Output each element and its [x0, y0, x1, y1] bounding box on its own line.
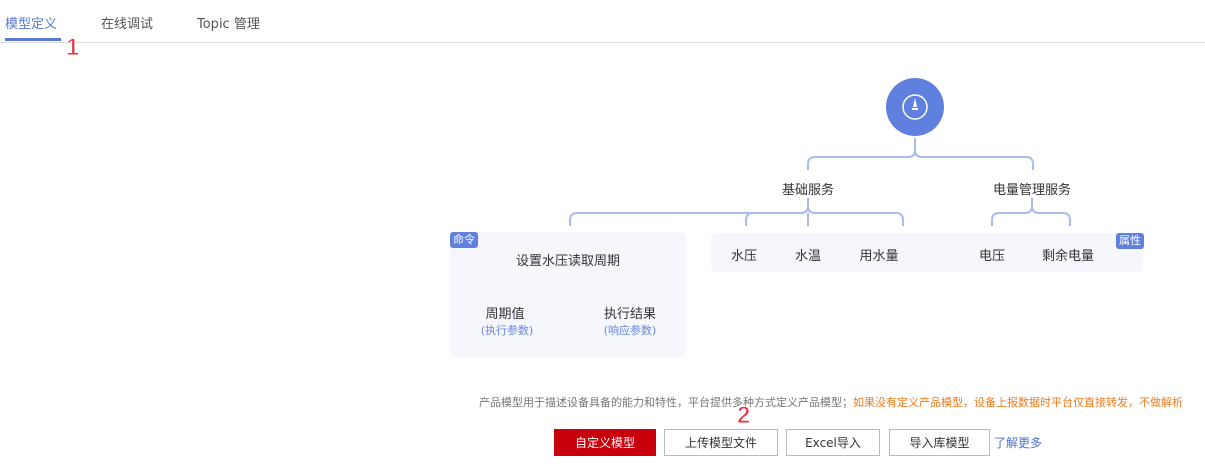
param-type: (响应参数)	[603, 324, 657, 337]
property-item: 剩余电量	[1041, 249, 1095, 264]
description-text: 产品模型用于描述设备具备的能力和特性，平台提供多种方式定义产品模型；	[479, 396, 853, 409]
property-item: 用水量	[859, 249, 899, 264]
compass-icon	[902, 94, 928, 120]
excel-import-button[interactable]: Excel导入	[786, 429, 880, 456]
service-power: 电量管理服务	[992, 183, 1072, 198]
command-tag: 命令	[450, 232, 478, 248]
param-name: 执行结果	[603, 307, 657, 322]
custom-model-button[interactable]: 自定义模型	[554, 429, 656, 456]
description: 产品模型用于描述设备具备的能力和特性，平台提供多种方式定义产品模型；如果没有定义…	[479, 394, 1183, 410]
import-library-model-button[interactable]: 导入库模型	[889, 429, 990, 456]
property-item: 水压	[730, 249, 758, 264]
upload-model-file-button[interactable]: 上传模型文件	[664, 429, 778, 456]
command-name: 设置水压读取周期	[515, 254, 621, 269]
learn-more-link[interactable]: 了解更多	[994, 434, 1042, 451]
property-item: 电压	[978, 249, 1006, 264]
root-node	[886, 78, 944, 136]
param-type: (执行参数)	[480, 324, 534, 337]
param-name: 周期值	[485, 307, 525, 322]
annotation-2: 2	[736, 402, 751, 430]
property-item: 水温	[794, 249, 822, 264]
property-tag: 属性	[1116, 233, 1144, 249]
description-warning: 如果没有定义产品模型，设备上报数据时平台仅直接转发，不做解析	[853, 396, 1183, 409]
service-basic: 基础服务	[781, 183, 835, 198]
